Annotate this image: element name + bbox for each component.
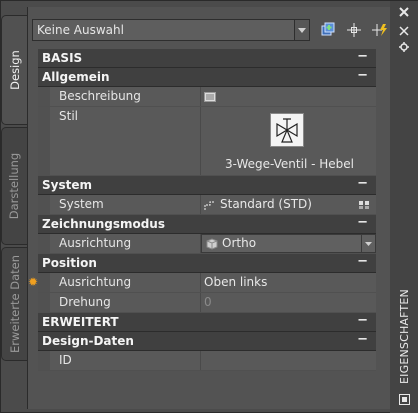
property-row-id[interactable]: ID: [38, 351, 376, 371]
quick-select-icon[interactable]: [370, 20, 390, 40]
palette-title: EIGENSCHAFTEN: [396, 286, 412, 386]
property-name: Stil: [59, 109, 78, 123]
sun-icon: ✹: [28, 275, 39, 289]
collapse-icon[interactable]: −: [357, 215, 368, 230]
category-zeichnungsmodus[interactable]: Zeichnungsmodus −: [38, 215, 376, 234]
auto-hide-icon[interactable]: [398, 25, 410, 37]
collapse-icon[interactable]: −: [357, 313, 368, 328]
category-design-daten-label: Design-Daten: [42, 334, 134, 348]
tab-erweiterte-daten-label: Erweiterte Daten: [7, 255, 22, 353]
property-row-system[interactable]: System Standard (STD): [38, 195, 376, 215]
selection-dropdown-value: Keine Auswahl: [37, 23, 124, 37]
category-system-label: System: [42, 178, 92, 192]
properties-panel: Keine Auswahl BASIS − Allgemein − Beschr…: [27, 7, 390, 409]
position-ausrichtung-value: Oben links: [204, 275, 268, 289]
orientation-value: Ortho: [222, 236, 257, 250]
properties-palette: Design Darstellung Erweiterte Daten Kein…: [0, 0, 418, 413]
category-basis[interactable]: BASIS −: [38, 49, 376, 68]
description-editor-icon[interactable]: [204, 91, 216, 105]
property-name: Ausrichtung: [59, 275, 132, 289]
category-allgemein-label: Allgemein: [42, 70, 110, 84]
property-row-beschreibung[interactable]: Beschreibung: [38, 87, 376, 107]
collapse-icon[interactable]: −: [357, 254, 368, 269]
tab-erweiterte-daten[interactable]: Erweiterte Daten: [1, 247, 27, 361]
drehung-value: 0: [204, 295, 212, 309]
selection-toolbar: Keine Auswahl: [32, 19, 387, 41]
collapse-icon[interactable]: −: [357, 176, 368, 191]
category-erweitert[interactable]: ERWEITERT −: [38, 313, 376, 332]
category-position[interactable]: Position −: [38, 254, 376, 273]
category-position-label: Position: [42, 256, 97, 270]
valve-style-preview-icon[interactable]: [270, 113, 304, 147]
property-row-position-ausrichtung[interactable]: ✹ Ausrichtung Oben links: [28, 273, 376, 293]
property-name: System: [59, 197, 104, 211]
orientation-dropdown[interactable]: Ortho: [201, 234, 376, 253]
category-system[interactable]: System −: [38, 176, 376, 195]
palette-title-bar: EIGENSCHAFTEN: [390, 1, 418, 413]
system-value: Standard (STD): [220, 197, 312, 211]
panel-options-icon[interactable]: [398, 393, 410, 405]
collapse-icon[interactable]: −: [357, 68, 368, 83]
system-selector-icon[interactable]: [358, 199, 370, 213]
chevron-down-icon[interactable]: [294, 20, 309, 40]
property-row-stil[interactable]: Stil 3-Wege-Ventil - Hebel: [38, 107, 376, 176]
select-objects-icon[interactable]: [344, 20, 364, 40]
category-zeichnungsmodus-label: Zeichnungsmodus: [42, 217, 165, 231]
category-basis-label: BASIS: [42, 51, 83, 65]
category-erweitert-label: ERWEITERT: [42, 315, 119, 329]
property-grid: BASIS − Allgemein − Beschreibung Stil 3-…: [28, 49, 376, 371]
property-name: ID: [59, 353, 72, 367]
properties-menu-icon[interactable]: [398, 41, 410, 53]
property-name: Drehung: [59, 295, 111, 309]
palette-title-label: EIGENSCHAFTEN: [397, 288, 411, 384]
category-allgemein[interactable]: Allgemein −: [38, 68, 376, 87]
property-row-zeichnung-ausrichtung[interactable]: Ausrichtung Ortho: [38, 234, 376, 254]
tab-darstellung[interactable]: Darstellung: [1, 127, 27, 245]
collapse-icon[interactable]: −: [357, 49, 368, 64]
close-icon[interactable]: [398, 6, 410, 18]
collapse-icon[interactable]: −: [357, 332, 368, 347]
property-name: Ausrichtung: [59, 236, 132, 250]
stil-value: 3-Wege-Ventil - Hebel: [225, 157, 354, 171]
tab-darstellung-label: Darstellung: [7, 152, 22, 220]
add-selection-icon[interactable]: [318, 20, 338, 40]
tab-design[interactable]: Design: [1, 15, 27, 125]
selection-dropdown[interactable]: Keine Auswahl: [32, 19, 310, 41]
chevron-down-icon[interactable]: [361, 235, 375, 252]
category-design-daten[interactable]: Design-Daten −: [38, 332, 376, 351]
tab-design-label: Design: [7, 50, 22, 90]
property-row-drehung[interactable]: Drehung 0: [38, 293, 376, 313]
property-name: Beschreibung: [59, 89, 141, 103]
cube-icon: [206, 238, 218, 253]
system-icon: [204, 200, 216, 214]
